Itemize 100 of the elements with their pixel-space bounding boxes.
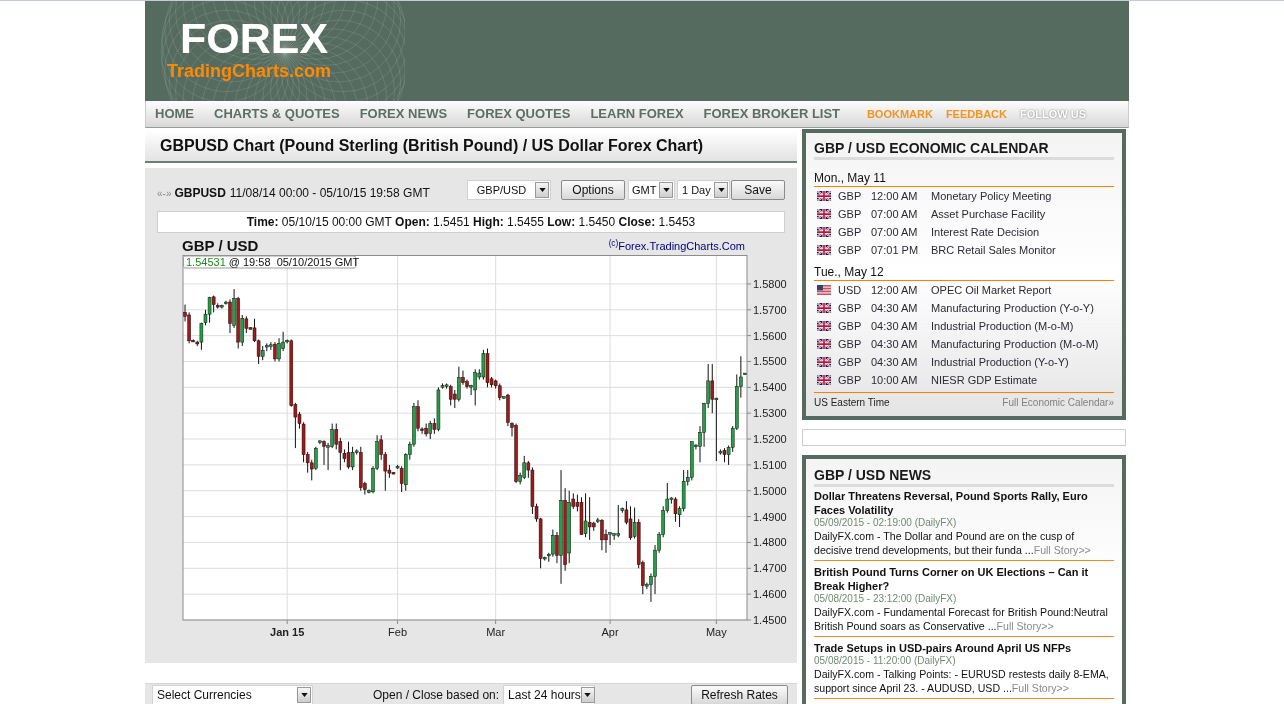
logo-title[interactable]: FOREX bbox=[180, 15, 329, 61]
nav-link[interactable]: HOME bbox=[155, 104, 194, 124]
event-name[interactable]: Manufacturing Production (M-o-M) bbox=[931, 335, 1099, 353]
currency-code: GBP bbox=[838, 188, 863, 204]
interval-select[interactable]: 1 Day bbox=[677, 180, 730, 200]
options-button[interactable]: Options bbox=[561, 180, 625, 200]
dropdown-caret-icon bbox=[580, 687, 595, 703]
currency-code: USD bbox=[838, 282, 863, 298]
news-meta: 05/08/2015 - 23:12:00 (DailyFX) bbox=[814, 593, 958, 605]
y-axis-label: 1.4500 bbox=[753, 614, 787, 626]
timezone-note: US Eastern Time bbox=[814, 397, 890, 409]
date-range: 11/08/14 00:00 - 05/10/15 19:58 GMT bbox=[229, 185, 430, 202]
y-axis-label: 1.4600 bbox=[753, 588, 787, 601]
event-time: 04:30 AM bbox=[871, 318, 919, 334]
full-story-link[interactable]: Full Story>> bbox=[1011, 682, 1069, 694]
chart-title: GBP / USD bbox=[182, 237, 259, 255]
x-axis-label: Apr bbox=[601, 626, 619, 638]
uk-flag-icon bbox=[817, 209, 831, 219]
news-headline[interactable]: British Pound Turns Corner on UK Elections – Can it Break Higher? bbox=[814, 565, 1114, 593]
event-name[interactable]: Monetary Policy Meeting bbox=[931, 187, 1052, 205]
calendar-date: Tue., May 12 bbox=[814, 265, 1114, 281]
timezone-select[interactable]: GMT bbox=[628, 180, 675, 200]
currency-code: GBP bbox=[838, 300, 863, 316]
x-axis-label: May bbox=[705, 626, 727, 638]
event-name[interactable]: Industrial Production (Y-o-Y) bbox=[931, 353, 1069, 371]
x-axis-label: Jan 15 bbox=[270, 626, 305, 638]
event-time: 12:00 AM bbox=[871, 282, 919, 298]
event-name[interactable]: NIESR GDP Estimate bbox=[931, 371, 1038, 389]
y-axis-label: 1.4900 bbox=[753, 510, 787, 523]
currency-code: GBP bbox=[838, 336, 863, 352]
event-time: 04:30 AM bbox=[871, 300, 919, 316]
symbol-label: GBPUSD bbox=[174, 185, 226, 202]
x-axis-label: Mar bbox=[486, 626, 506, 638]
uk-flag-icon bbox=[817, 303, 831, 313]
us-flag-icon bbox=[817, 285, 831, 295]
pair-select[interactable]: GBP/USD bbox=[467, 180, 551, 200]
y-axis-label: 1.4700 bbox=[753, 562, 787, 575]
uk-flag-icon bbox=[817, 191, 831, 201]
page-title: GBPUSD Chart (Pound Sterling (British Pound) / US Dollar Forex Chart) bbox=[160, 135, 704, 156]
event-name[interactable]: Industrial Production (M-o-M) bbox=[931, 317, 1074, 335]
x-axis-label: Feb bbox=[388, 626, 408, 638]
dropdown-caret-icon bbox=[535, 182, 549, 198]
dropdown-caret-icon bbox=[297, 687, 311, 703]
chart-attribution: $^{(c)}$Forex.TradingCharts.Com bbox=[608, 239, 745, 253]
y-axis-label: 1.4800 bbox=[753, 536, 787, 549]
calendar-date: Mon., May 11 bbox=[814, 171, 1114, 187]
nav-link[interactable]: CHARTS & QUOTES bbox=[214, 104, 340, 124]
uk-flag-icon bbox=[817, 321, 831, 331]
event-time: 04:30 AM bbox=[871, 336, 919, 352]
news-headline[interactable]: Trade Setups in USD-pairs Around April US NFPs bbox=[814, 641, 1114, 655]
y-axis-label: 1.5000 bbox=[753, 484, 787, 497]
calendar-title: GBP / USD ECONOMIC CALENDAR bbox=[814, 139, 1114, 160]
full-story-link[interactable]: Full Story>> bbox=[996, 620, 1054, 632]
y-axis-label: 1.5300 bbox=[753, 407, 787, 420]
uk-flag-icon bbox=[817, 227, 831, 237]
news-summary: DailyFX.com - Fundamental Forecast for British Pound:Neutral British Pound soars as Conservative ...Full Story>> bbox=[814, 605, 1109, 633]
ohlc-readout: Time: 05/10/15 00:00 GMT Open: 1.5451 High: 1.5455 Low: 1.5450 Close: 1.5453 bbox=[246, 214, 696, 231]
event-time: 04:30 AM bbox=[871, 354, 919, 370]
uk-flag-icon bbox=[817, 245, 831, 255]
event-time: 07:01 PM bbox=[871, 242, 920, 258]
currency-code: GBP bbox=[838, 206, 863, 222]
news-summary: DailyFX.com - Talking Points: - EURUSD restests daily 8-EMA, support since April 23. - AUDUSD, USD ...Full Story>> bbox=[814, 667, 1110, 695]
y-axis-label: 1.5500 bbox=[753, 355, 787, 368]
event-time: 10:00 AM bbox=[871, 372, 919, 388]
news-headline[interactable]: Dollar Threatens Reversal, Pound Sports Rally, Euro Faces Volatility bbox=[814, 489, 1114, 517]
currency-code: GBP bbox=[838, 224, 863, 240]
refresh-rates-button[interactable]: Refresh Rates bbox=[691, 685, 788, 704]
event-name[interactable]: Manufacturing Production (Y-o-Y) bbox=[931, 299, 1094, 317]
uk-flag-icon bbox=[817, 375, 831, 385]
currency-code: GBP bbox=[838, 372, 863, 388]
event-name[interactable]: OPEC Oil Market Report bbox=[931, 281, 1052, 299]
nav-link[interactable]: FOREX QUOTES bbox=[467, 104, 571, 124]
dropdown-caret-icon bbox=[714, 182, 728, 198]
event-time: 12:00 AM bbox=[871, 188, 919, 204]
event-name[interactable]: Asset Purchase Facility bbox=[931, 205, 1046, 223]
event-time: 07:00 AM bbox=[871, 206, 919, 222]
currency-code: GBP bbox=[838, 354, 863, 370]
basis-select[interactable]: Last 24 hours bbox=[503, 685, 596, 704]
basis-label: Open / Close based on: bbox=[373, 688, 500, 702]
news-meta: 05/08/2015 - 11:20:00 (DailyFX) bbox=[814, 655, 957, 667]
price-readout: 1.54531 @ 19:58 05/10/2015 GMT bbox=[183, 255, 360, 269]
save-button[interactable]: Save bbox=[731, 180, 785, 200]
uk-flag-icon bbox=[817, 357, 831, 367]
y-axis-label: 1.5200 bbox=[753, 433, 787, 446]
full-story-link[interactable]: Full Story>> bbox=[1033, 544, 1091, 556]
news-summary: DailyFX.com - The Dollar and Pound are on the cusp of decisive trend developments, but their funda ...Full Story>> bbox=[814, 529, 1092, 557]
event-name[interactable]: Interest Rate Decision bbox=[931, 223, 1040, 241]
nav-link[interactable]: FOREX NEWS bbox=[359, 104, 448, 124]
news-title: GBP / USD NEWS bbox=[814, 466, 1114, 487]
nav-link[interactable]: LEARN FOREX bbox=[590, 104, 684, 124]
news-meta: 05/09/2015 - 02:19:00 (DailyFX) bbox=[814, 517, 958, 529]
event-time: 07:00 AM bbox=[871, 224, 919, 240]
dropdown-caret-icon bbox=[659, 182, 673, 198]
nav-link[interactable]: FOREX BROKER LIST bbox=[703, 104, 841, 124]
currency-code: GBP bbox=[838, 242, 863, 258]
uk-flag-icon bbox=[817, 339, 831, 349]
y-axis-label: 1.5400 bbox=[753, 381, 787, 394]
currency-select[interactable]: Select Currencies bbox=[152, 685, 313, 704]
event-name[interactable]: BRC Retail Sales Monitor bbox=[931, 241, 1056, 259]
currency-code: GBP bbox=[838, 318, 863, 334]
